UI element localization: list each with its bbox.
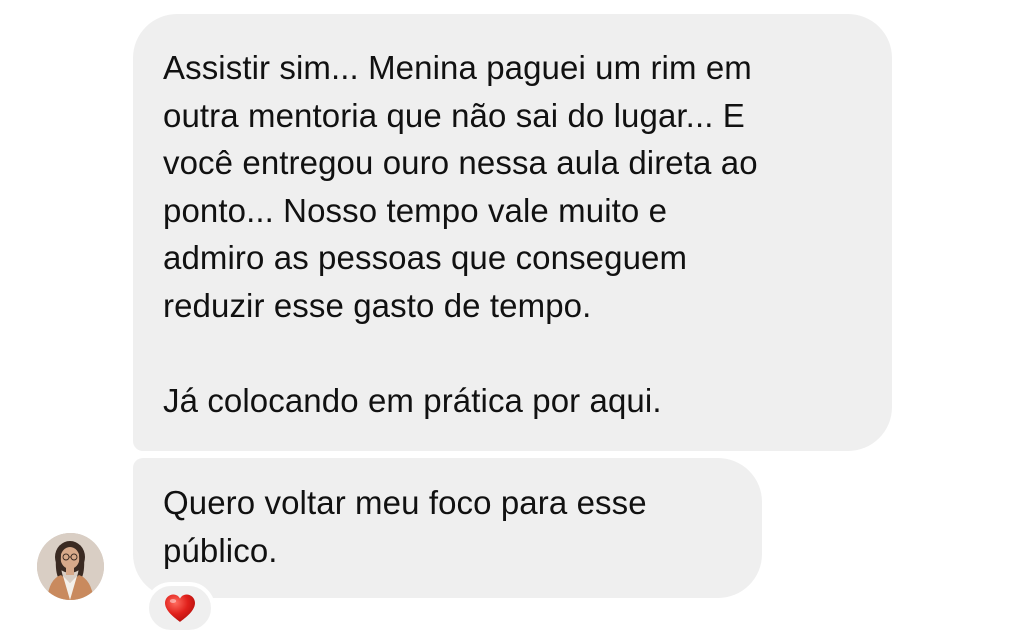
reaction-badge[interactable] bbox=[145, 582, 215, 634]
message-line: Assistir sim... Menina paguei um rim em bbox=[163, 49, 752, 86]
message-line: admiro as pessoas que conseguem bbox=[163, 239, 688, 276]
message-bubble[interactable]: Assistir sim... Menina paguei um rim em … bbox=[133, 14, 892, 451]
message-line: público. bbox=[163, 531, 278, 569]
message-bubble[interactable]: Quero voltar meu foco para esse público. bbox=[133, 458, 762, 598]
message-line: você entregou ouro nessa aula direta ao bbox=[163, 144, 758, 181]
message-line-blank bbox=[163, 329, 864, 377]
message-line: reduzir esse gasto de tempo. bbox=[163, 286, 592, 324]
message-line: Já colocando em prática por aqui. bbox=[163, 381, 662, 419]
chat-thread: Assistir sim... Menina paguei um rim em … bbox=[0, 0, 1024, 634]
avatar-photo bbox=[37, 533, 104, 600]
message-line: ponto... Nosso tempo vale muito e bbox=[163, 191, 668, 229]
message-line: Quero voltar meu foco para esse bbox=[163, 484, 647, 521]
avatar[interactable] bbox=[37, 533, 104, 600]
message-line: outra mentoria que não sai do lugar... E bbox=[163, 96, 745, 134]
heart-icon bbox=[165, 594, 195, 622]
